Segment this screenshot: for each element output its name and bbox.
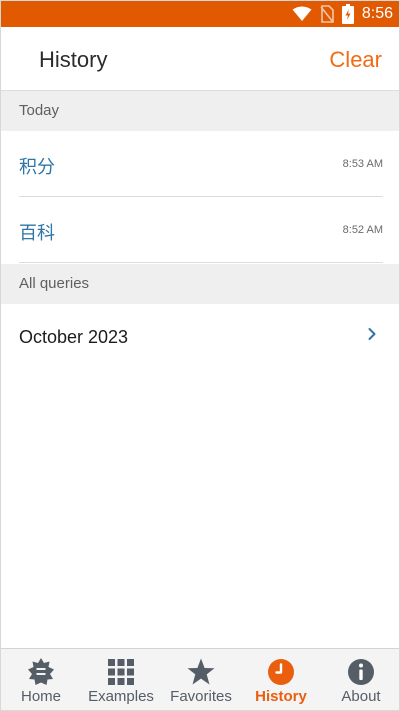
clock-icon [268, 659, 294, 685]
nav-label: Favorites [170, 688, 232, 705]
app-screen: 8:56 History Clear Today 积分 8:53 AM 百科 8… [0, 0, 400, 711]
nav-label: Home [20, 688, 61, 705]
wifi-icon [292, 6, 312, 21]
history-time: 8:53 AM [342, 158, 383, 170]
nav-label: About [341, 688, 381, 705]
battery-charging-icon [341, 4, 354, 24]
page-title: History [39, 47, 108, 72]
grid-icon [108, 659, 134, 685]
month-group-item[interactable]: October 2023 [1, 304, 399, 370]
history-time: 8:52 AM [342, 224, 383, 236]
app-header: History Clear [1, 27, 399, 91]
history-query: 积分 [19, 157, 55, 178]
nav-about[interactable]: About [321, 649, 399, 710]
bottom-nav: Home Examples Favorites History About [1, 648, 399, 710]
section-label: Today [19, 102, 60, 119]
no-sim-icon [320, 5, 334, 23]
nav-home[interactable]: Home [1, 649, 81, 710]
status-bar: 8:56 [1, 1, 399, 27]
section-header-all-queries: All queries [1, 264, 399, 304]
nav-history[interactable]: History [241, 649, 321, 710]
home-gear-icon [28, 658, 54, 685]
nav-label: History [255, 688, 307, 705]
history-item[interactable]: 积分 8:53 AM [1, 131, 399, 197]
section-header-today: Today [1, 91, 399, 131]
row-divider [19, 262, 383, 263]
history-item[interactable]: 百科 8:52 AM [1, 197, 399, 263]
nav-label: Examples [88, 688, 154, 705]
nav-favorites[interactable]: Favorites [161, 649, 241, 710]
status-time: 8:56 [361, 5, 393, 22]
clear-button[interactable]: Clear [329, 47, 382, 73]
star-icon [187, 658, 215, 685]
month-label: October 2023 [19, 327, 129, 347]
nav-examples[interactable]: Examples [81, 649, 161, 710]
info-icon [348, 659, 374, 685]
chevron-right-icon [368, 328, 376, 340]
history-query: 百科 [19, 223, 55, 244]
status-icons: 8:56 [292, 1, 393, 27]
section-label: All queries [19, 275, 90, 292]
